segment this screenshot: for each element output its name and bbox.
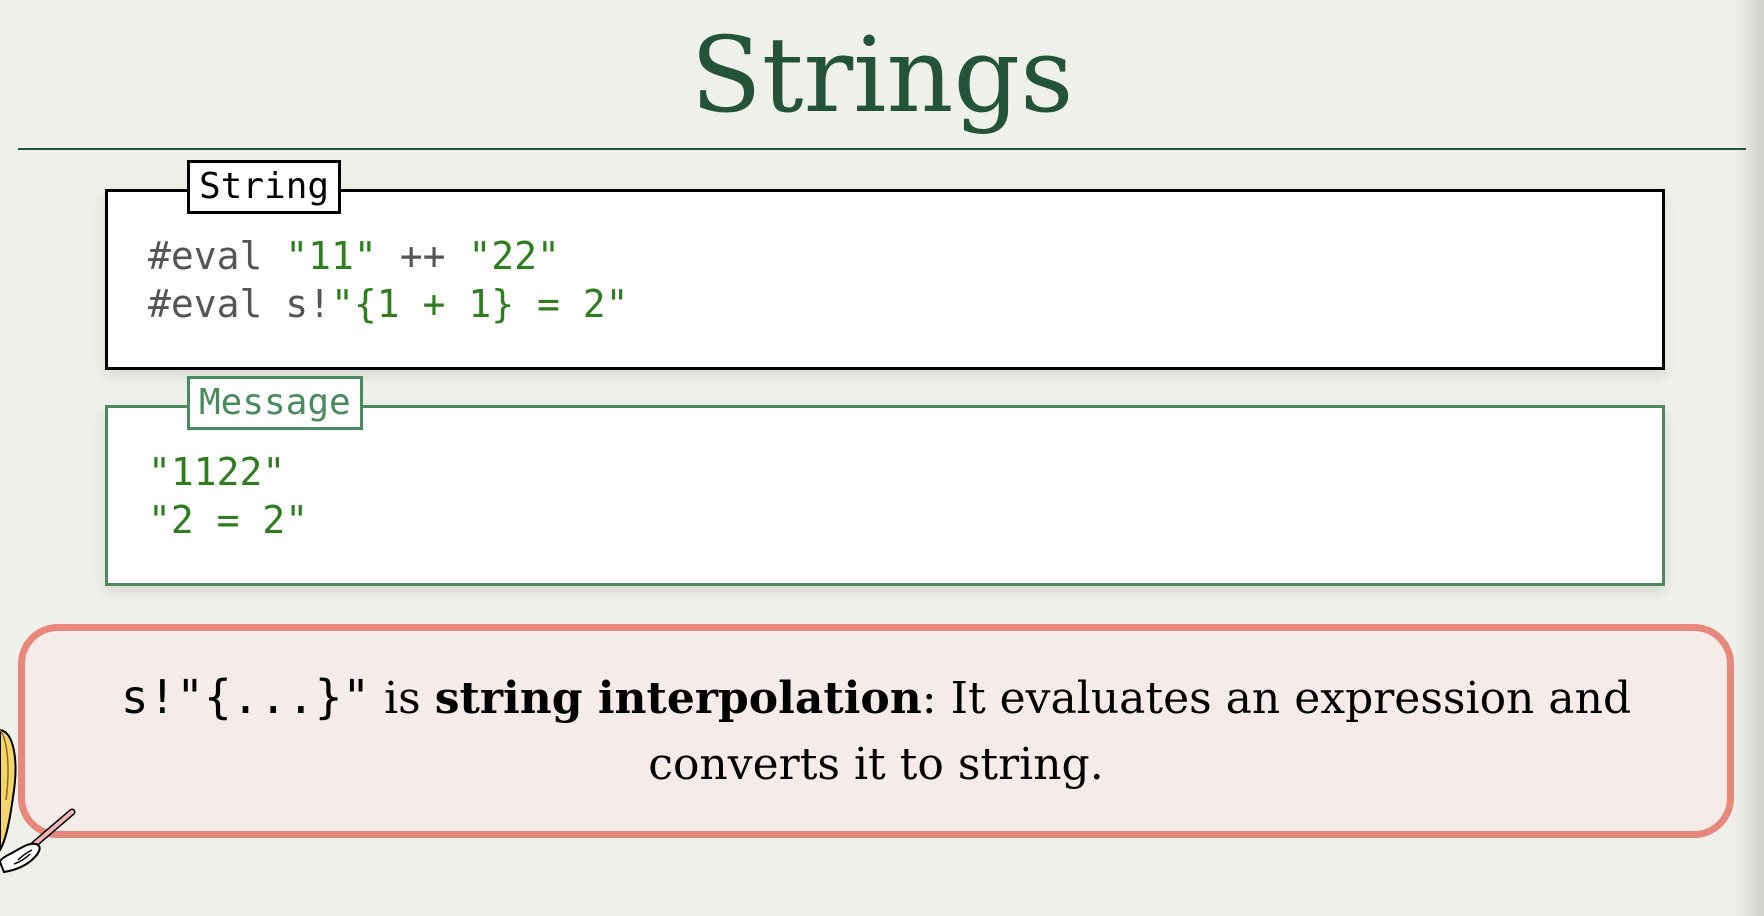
message-line-2: "2 = 2" xyxy=(148,498,309,542)
code-line-2: #eval s!"{1 + 1} = 2" xyxy=(148,282,629,326)
callout-line-2: converts it to string. xyxy=(648,739,1104,790)
callout-box: s!"{...}" is string interpolation: It ev… xyxy=(18,624,1734,838)
message-box: Message "1122" "2 = 2" xyxy=(105,376,1665,586)
message-line-1: "1122" xyxy=(148,450,286,494)
code-lines: #eval "11" ++ "22" #eval s!"{1 + 1} = 2" xyxy=(148,232,628,328)
message-lines: "1122" "2 = 2" xyxy=(148,448,308,544)
callout-term: string interpolation xyxy=(434,673,922,724)
code-box: String #eval "11" ++ "22" #eval s!"{1 + 1… xyxy=(105,160,1665,370)
mascot-with-pointer-icon xyxy=(0,728,76,874)
code-line-1: #eval "11" ++ "22" xyxy=(148,234,560,278)
callout-code: s!"{...}" xyxy=(120,670,371,724)
title-divider xyxy=(18,148,1746,150)
callout-line-1: s!"{...}" is string interpolation: It ev… xyxy=(120,670,1632,724)
code-box-tab: String xyxy=(187,160,342,214)
slide-title: Strings xyxy=(690,14,1074,136)
message-box-tab: Message xyxy=(187,376,363,430)
